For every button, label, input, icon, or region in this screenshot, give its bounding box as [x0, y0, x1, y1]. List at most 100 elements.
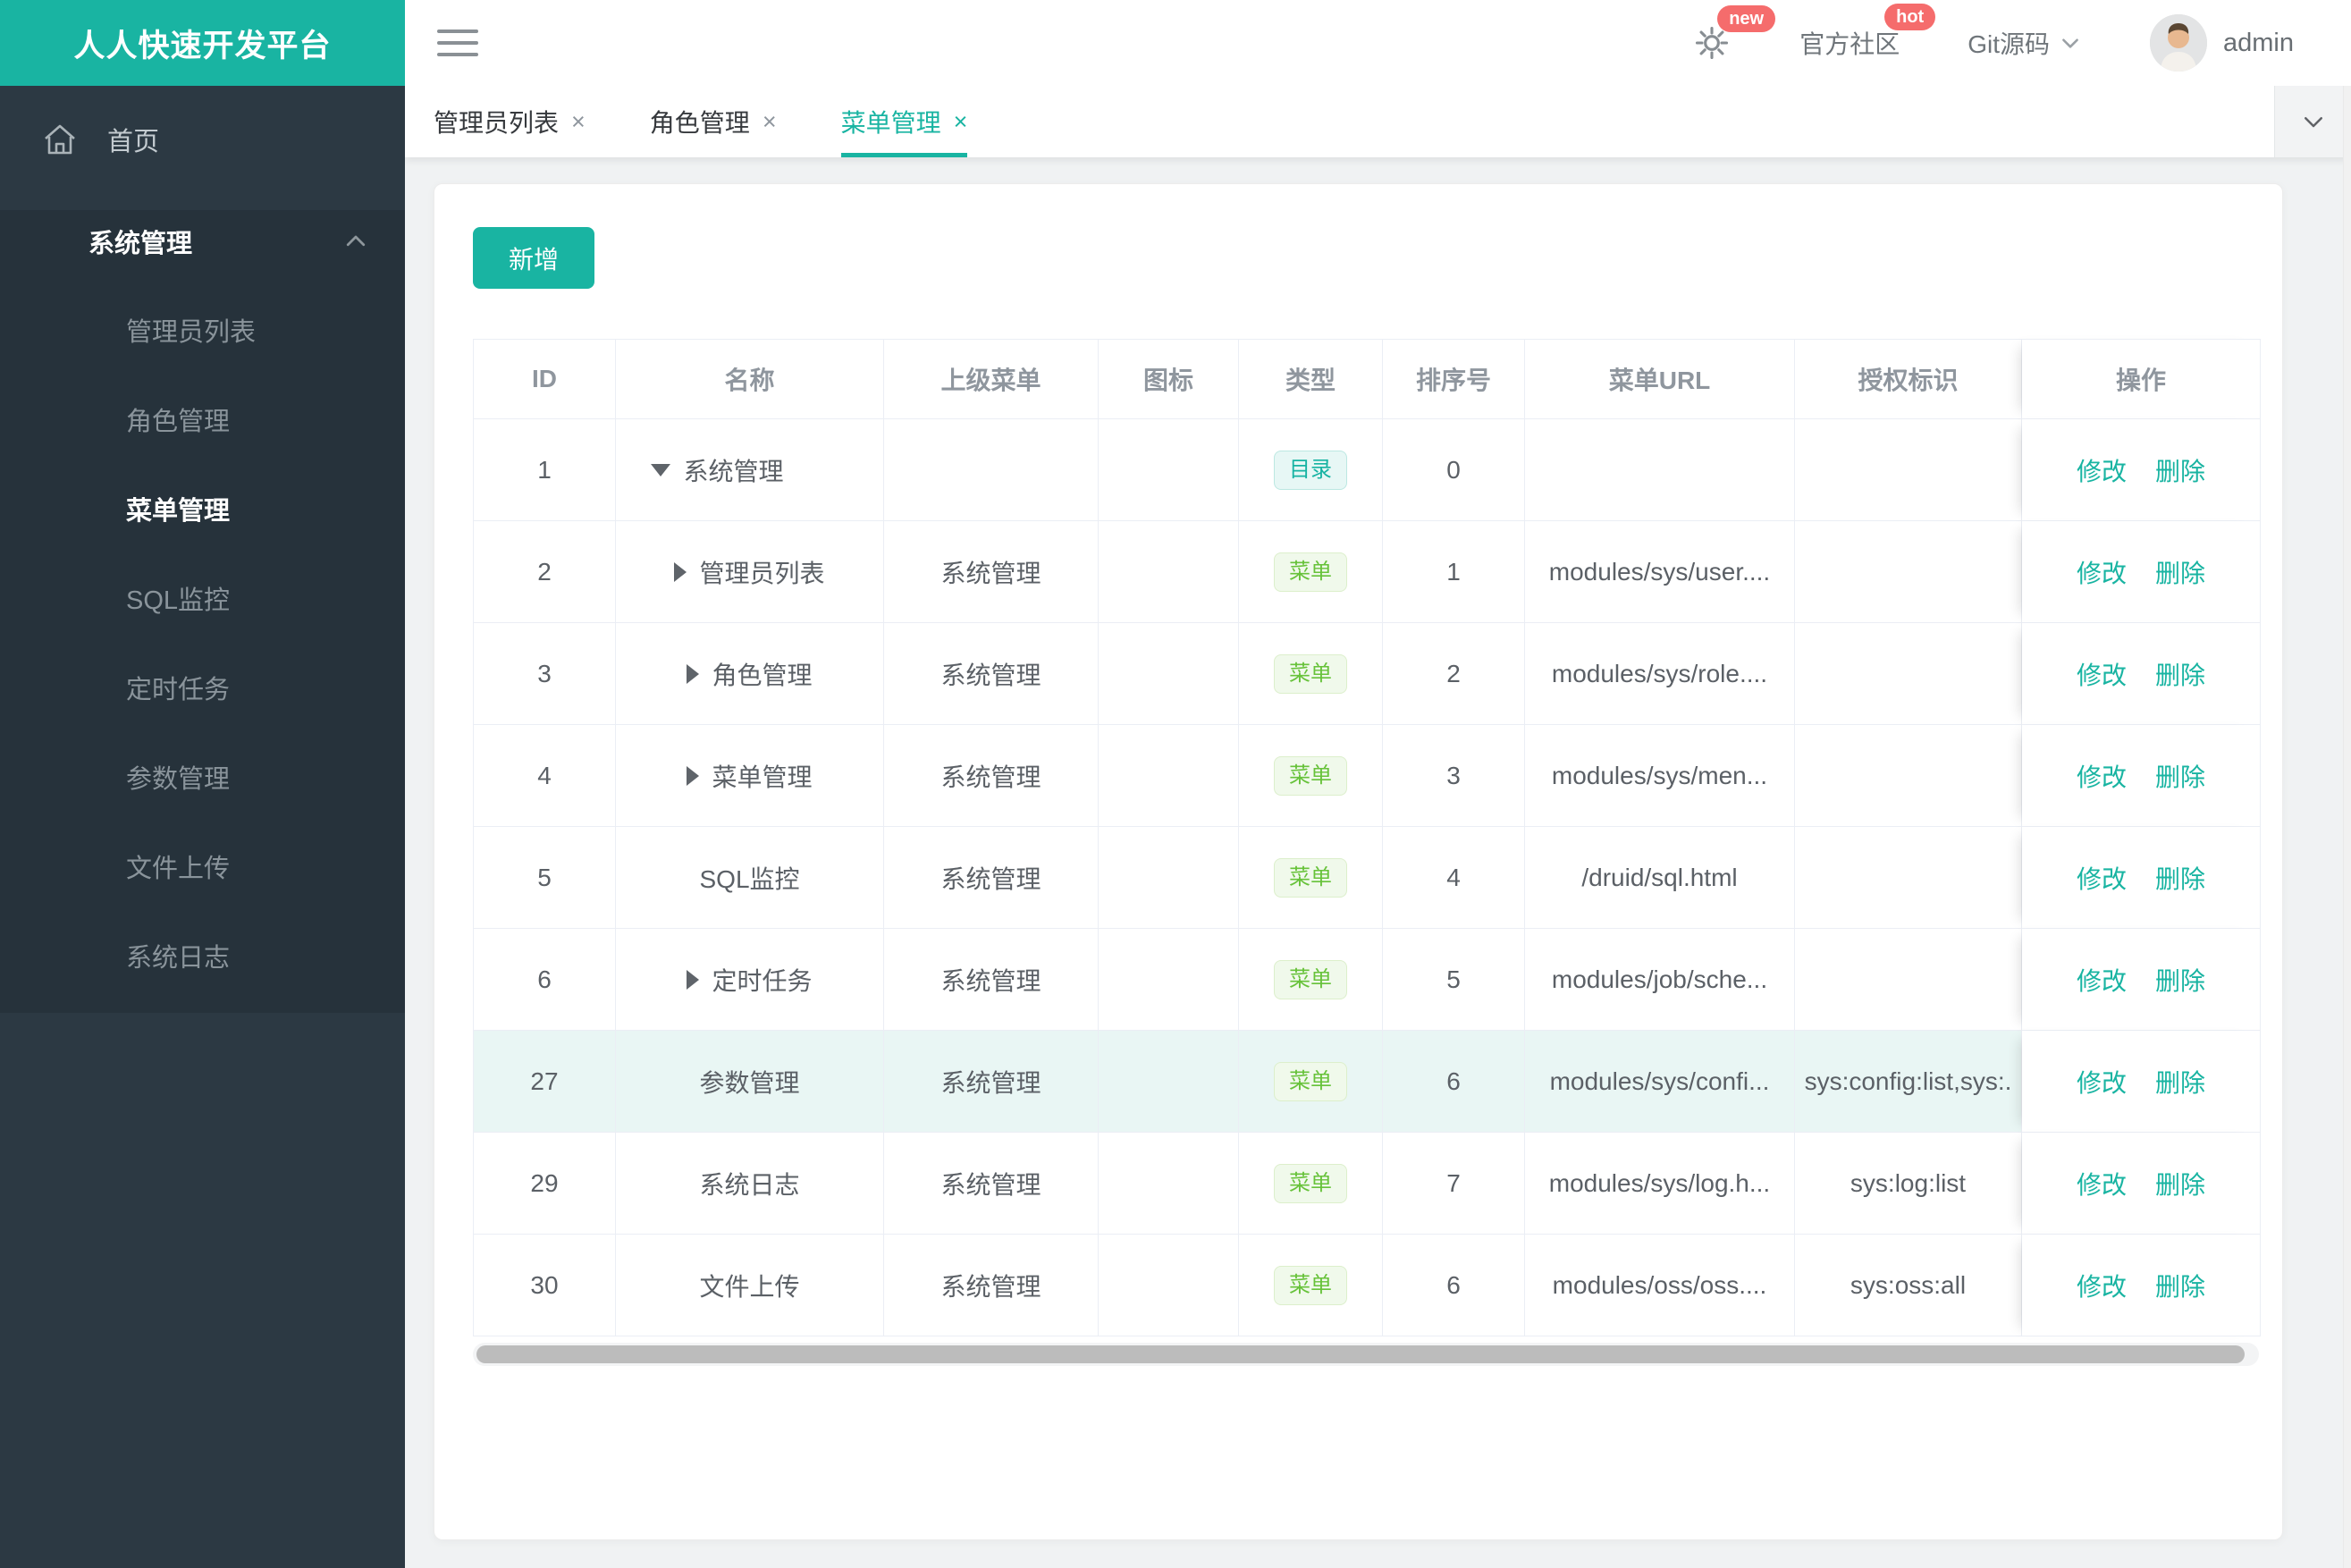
menu-name: 系统日志 — [699, 1170, 800, 1199]
cell-perms: sys:config:list,sys:. — [1795, 1031, 2022, 1133]
tab-role-mgmt[interactable]: 角色管理 — [650, 86, 777, 157]
delete-link[interactable]: 删除 — [2155, 1064, 2205, 1100]
delete-link[interactable]: 删除 — [2155, 962, 2205, 998]
cell-icon — [1099, 827, 1239, 929]
git-source-menu[interactable]: Git源码 — [1968, 25, 2082, 61]
cell-type: 菜单 — [1239, 1235, 1383, 1336]
sidebar-item-file-upload[interactable]: 文件上传 — [0, 822, 405, 911]
cell-id: 5 — [473, 827, 616, 929]
edit-link[interactable]: 修改 — [2077, 758, 2127, 794]
tree-caret-icon[interactable] — [651, 463, 671, 476]
add-button[interactable]: 新增 — [473, 227, 594, 289]
cell-perms: sys:oss:all — [1795, 1235, 2022, 1336]
table-body: 1 系统管理 目录 0 修改 删除 2 管理员列表 系统管理 菜单 1 modul… — [473, 419, 2261, 1336]
sidebar-item-home[interactable]: 首页 — [0, 86, 405, 193]
sidebar-group-system: 系统管理 管理员列表 角色管理 菜单管理 SQL监控 定时任务 参数管理 文件上… — [0, 210, 405, 1013]
close-icon[interactable] — [763, 110, 777, 134]
horizontal-scrollbar-track — [473, 1343, 2259, 1366]
cell-parent: 系统管理 — [884, 1133, 1099, 1235]
edit-link[interactable]: 修改 — [2077, 1166, 2127, 1201]
horizontal-scrollbar-thumb[interactable] — [476, 1345, 2245, 1363]
delete-link[interactable]: 删除 — [2155, 554, 2205, 590]
sidebar-home-label: 首页 — [107, 128, 160, 156]
menu-name: SQL监控 — [699, 864, 800, 893]
edit-link[interactable]: 修改 — [2077, 554, 2127, 590]
sidebar-item-sql-monitor[interactable]: SQL监控 — [0, 553, 405, 643]
close-icon[interactable] — [571, 110, 586, 134]
sidebar-item-role-mgmt[interactable]: 角色管理 — [0, 375, 405, 464]
menu-table: ID 名称 上级菜单 图标 类型 排序号 菜单URL 授权标识 操作 1 系统管… — [473, 339, 2261, 1336]
cell-url: modules/sys/confi... — [1525, 1031, 1795, 1133]
sidebar-item-system-log[interactable]: 系统日志 — [0, 911, 405, 1000]
delete-link[interactable]: 删除 — [2155, 452, 2205, 488]
delete-link[interactable]: 删除 — [2155, 758, 2205, 794]
table-row: 3 角色管理 系统管理 菜单 2 modules/sys/role.... 修改… — [473, 623, 2261, 725]
cell-icon — [1099, 929, 1239, 1031]
tree-caret-icon[interactable] — [674, 561, 687, 582]
sidebar-toggle-icon[interactable] — [437, 30, 478, 56]
cell-type: 菜单 — [1239, 1031, 1383, 1133]
menu-name: 管理员列表 — [699, 559, 825, 587]
col-header-perms: 授权标识 — [1795, 339, 2022, 419]
sidebar-item-admin-list[interactable]: 管理员列表 — [0, 285, 405, 375]
edit-link[interactable]: 修改 — [2077, 1268, 2127, 1303]
tab-list-dropdown[interactable] — [2274, 86, 2351, 157]
close-icon[interactable] — [954, 110, 968, 134]
delete-link[interactable]: 删除 — [2155, 656, 2205, 692]
type-tag: 菜单 — [1274, 755, 1347, 796]
user-menu[interactable]: admin — [2150, 14, 2294, 72]
cell-icon — [1099, 1031, 1239, 1133]
cell-name: 管理员列表 — [616, 521, 884, 623]
cell-perms — [1795, 623, 2022, 725]
new-badge: new — [1717, 5, 1776, 32]
type-tag: 菜单 — [1274, 959, 1347, 999]
tree-caret-icon[interactable] — [687, 969, 700, 990]
cell-icon — [1099, 1133, 1239, 1235]
cell-url: modules/sys/user.... — [1525, 521, 1795, 623]
sidebar-item-params[interactable]: 参数管理 — [0, 732, 405, 822]
cell-name: 文件上传 — [616, 1235, 884, 1336]
home-icon — [45, 124, 75, 155]
cell-order: 7 — [1383, 1133, 1525, 1235]
cell-icon — [1099, 623, 1239, 725]
tab-admin-list[interactable]: 管理员列表 — [434, 86, 586, 157]
cell-type: 菜单 — [1239, 521, 1383, 623]
table-row: 5 SQL监控 系统管理 菜单 4 /druid/sql.html 修改 删除 — [473, 827, 2261, 929]
cell-order: 0 — [1383, 419, 1525, 521]
topbar: new 官方社区 hot Git源码 admin — [405, 0, 2351, 86]
edit-link[interactable]: 修改 — [2077, 656, 2127, 692]
avatar[interactable] — [2150, 14, 2207, 72]
cell-icon — [1099, 521, 1239, 623]
edit-link[interactable]: 修改 — [2077, 962, 2127, 998]
settings-menu[interactable]: new — [1692, 5, 1776, 63]
cell-perms — [1795, 827, 2022, 929]
edit-link[interactable]: 修改 — [2077, 452, 2127, 488]
edit-link[interactable]: 修改 — [2077, 1064, 2127, 1100]
sidebar-item-menu-mgmt[interactable]: 菜单管理 — [0, 464, 405, 553]
community-link[interactable]: 官方社区 hot — [1799, 4, 1936, 61]
table-row: 6 定时任务 系统管理 菜单 5 modules/job/sche... 修改删… — [473, 929, 2261, 1031]
cell-order: 4 — [1383, 827, 1525, 929]
menu-name: 系统管理 — [683, 457, 784, 485]
delete-link[interactable]: 删除 — [2155, 1268, 2205, 1303]
edit-link[interactable]: 修改 — [2077, 860, 2127, 896]
page-scrollbar[interactable] — [2343, 86, 2351, 1568]
sidebar-group-header[interactable]: 系统管理 — [0, 210, 405, 273]
tree-caret-icon[interactable] — [687, 765, 700, 786]
table-row: 30 文件上传 系统管理 菜单 6 modules/oss/oss.... sy… — [473, 1235, 2261, 1336]
sidebar-item-cron-jobs[interactable]: 定时任务 — [0, 643, 405, 732]
delete-link[interactable]: 删除 — [2155, 1166, 2205, 1201]
menu-name: 参数管理 — [699, 1068, 800, 1097]
cell-type: 菜单 — [1239, 827, 1383, 929]
delete-link[interactable]: 删除 — [2155, 860, 2205, 896]
cell-icon — [1099, 1235, 1239, 1336]
cell-actions: 修改 删除 — [2022, 929, 2261, 1031]
tab-menu-mgmt[interactable]: 菜单管理 — [840, 86, 968, 157]
type-tag: 菜单 — [1274, 857, 1347, 898]
cell-name: 角色管理 — [616, 623, 884, 725]
content-card: 新增 ID 名称 上级菜单 图标 类型 排序号 菜单URL 授权标识 操作 1 … — [434, 183, 2283, 1540]
chevron-up-icon — [346, 235, 366, 247]
tree-caret-icon[interactable] — [687, 663, 700, 684]
type-tag: 目录 — [1274, 450, 1347, 490]
username-label[interactable]: admin — [2223, 29, 2294, 58]
